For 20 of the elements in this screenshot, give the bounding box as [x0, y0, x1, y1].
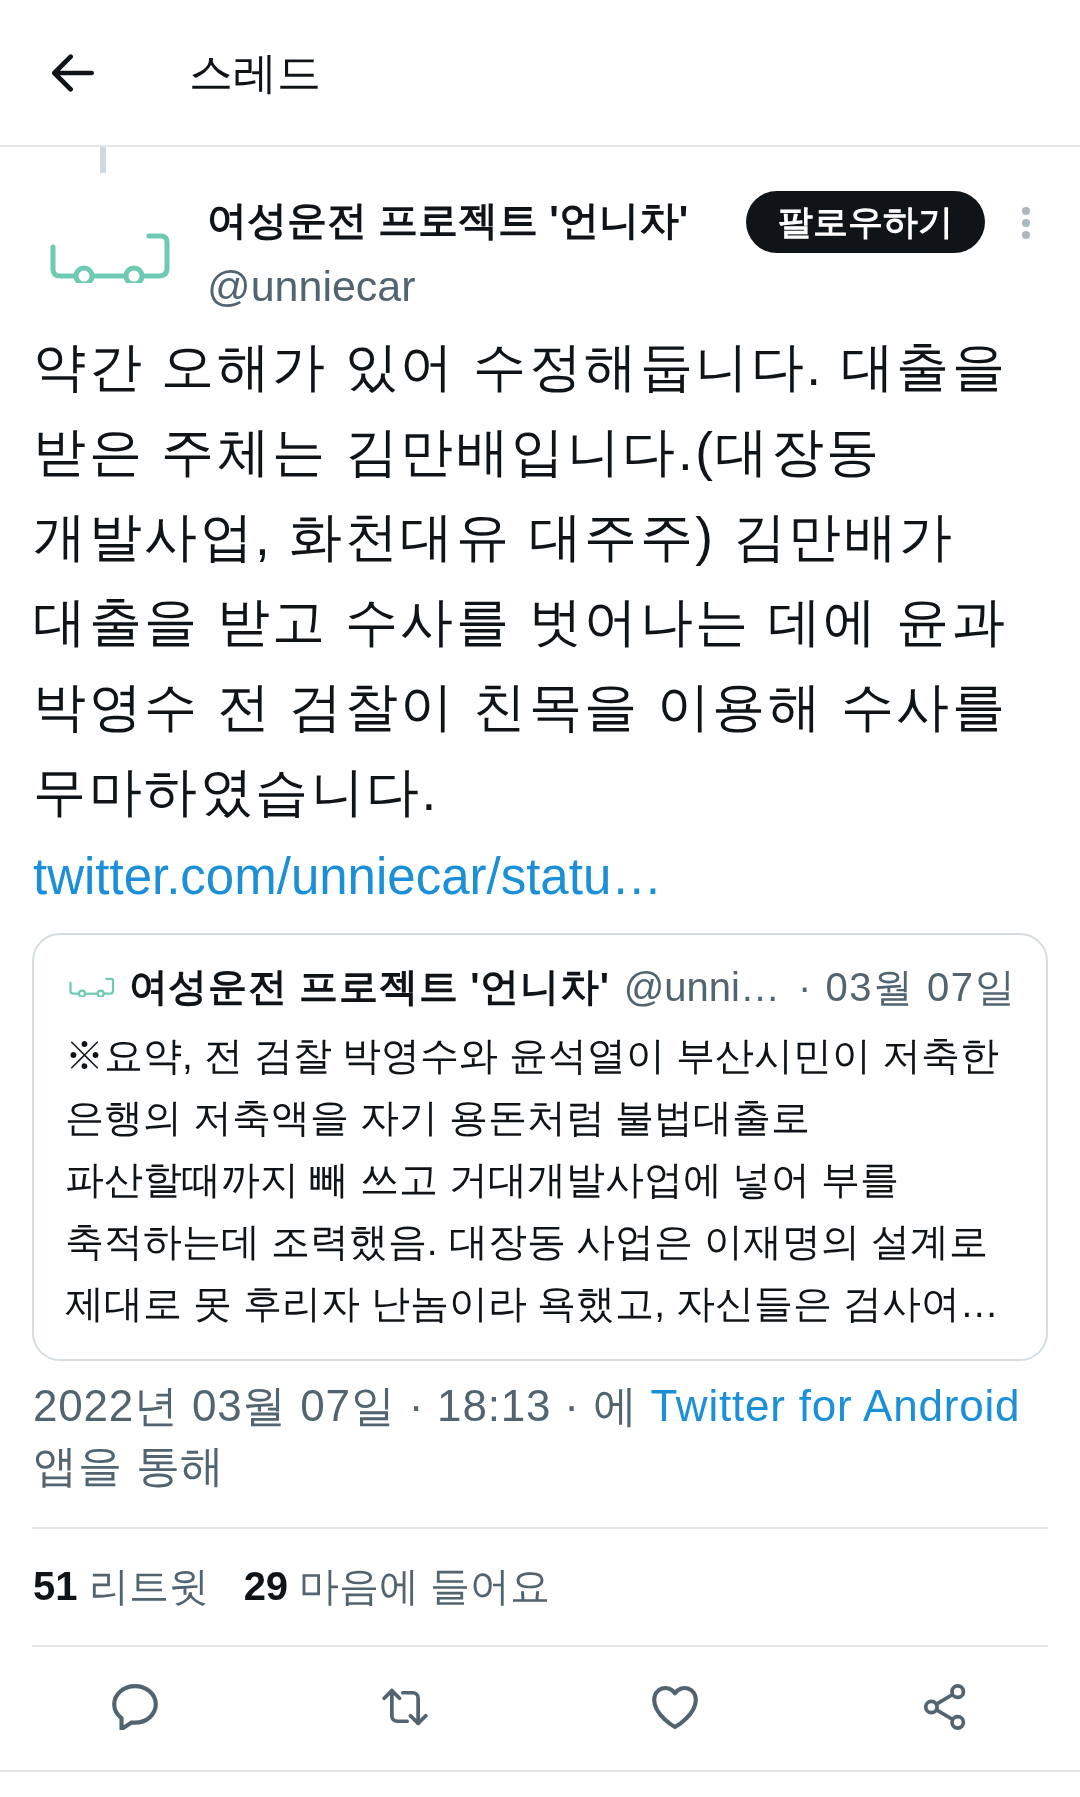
heart-icon [652, 1684, 698, 1730]
quoted-tweet-text: ※요약, 전 검찰 박영수와 윤석열이 부산시민이 저축한 은행의 저축액을 자기 용돈처럼 불법대출로 파산할때까지 빼 쓰고 거대개발사업에 넣어 부를 축적하는데 조력했음. 대장동 사업은 이재명의 설계로 제대로 못 후리자 난놈이라 욕했고, 자신들은 검사여… [65, 1033, 1000, 1327]
author-handle[interactable]: @unniecar [207, 259, 689, 313]
source-link[interactable]: Twitter for Android [650, 1381, 1021, 1430]
engagement-count[interactable]: 29 마음에 들어요 [243, 1558, 551, 1614]
speech-bubble-icon [112, 1684, 158, 1730]
quoted-author-name: 여성운전 프로젝트 '언니차' [128, 964, 610, 1010]
more-icon [1021, 206, 1031, 240]
tweet-timestamp: 2022년 03월 07일 · 18:13 · 에 Twitter for Android 앱을 통해 [33, 1380, 1022, 1492]
engagement-count[interactable]: 51 리트윗 [33, 1558, 209, 1614]
tweet-text: 약간 오해가 있어 수정해둡니다. 대출을 받은 주체는 김만배입니다.(대장동 개발사업, 화천대유 대주주) 김만배가 대출을 받고 수사를 벗어나는 데에 윤과 박영수 전 검찰이 친목을 이용해 수사를 무마하였습니다. [33, 336, 1009, 823]
follow-button[interactable]: 팔로우하기 [746, 191, 985, 253]
tweet-link[interactable]: twitter.com/unniecar/statu… [33, 848, 663, 905]
author-name[interactable]: 여성운전 프로젝트 '언니차' [207, 193, 689, 247]
quoted-author-handle: @unni… [623, 964, 780, 1011]
page-title: 스레드 [189, 46, 321, 99]
share-icon [922, 1684, 968, 1730]
quoted-tweet-card[interactable]: 여성운전 프로젝트 '언니차' @unni… · 03월 07일 ※요약, 전 검찰 박영수와 윤석열이 부산시민이 저축한 은행의 저축액을 자기 용돈처럼 불법대출로 파산할때까지 빼 쓰고 거대개발사업에 넣어 부를 축적하는데 조력했음. 대장동 사업은 이재명의 설계로 제대로 못 후리자 난놈이라 욕했고, 자신들은 검사여… [32, 933, 1048, 1361]
back-arrow-icon [52, 51, 94, 94]
quoted-tweet-date: · 03월 07일 [797, 964, 1016, 1011]
